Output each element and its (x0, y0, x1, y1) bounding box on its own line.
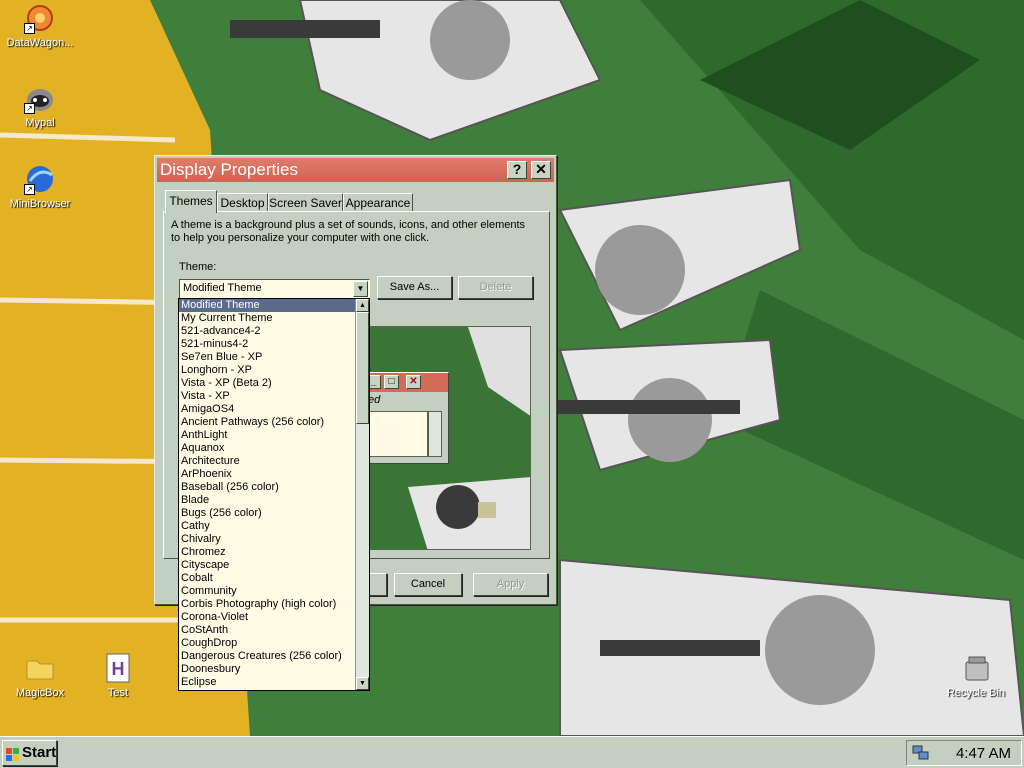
network-icon[interactable] (912, 745, 930, 764)
windows-logo-icon (6, 746, 20, 768)
tab-desktop[interactable]: Desktop (217, 193, 268, 212)
theme-preview: _ □ ✕ ed (367, 326, 531, 550)
datawagon-icon: ↗ (24, 2, 56, 34)
dropdown-item[interactable]: Modified Theme (179, 299, 355, 312)
start-label: Start (22, 744, 57, 761)
desktop-icon-datawagon[interactable]: ↗ DataWagon... (0, 2, 80, 49)
desktop-icon-label: MiniBrowser (9, 198, 71, 210)
close-icon: ✕ (535, 161, 547, 177)
desktop-icon-label: Recycle Bin (946, 687, 1006, 699)
preview-menu-text: ed (368, 394, 381, 406)
dropdown-item[interactable]: Bugs (256 color) (179, 507, 355, 520)
tab-appearance[interactable]: Appearance (343, 193, 413, 212)
dropdown-item[interactable]: Se7en Blue - XP (179, 351, 355, 364)
preview-text-field (368, 411, 428, 457)
desktop-icon-label: DataWagon... (6, 37, 74, 49)
tab-screen-saver[interactable]: Screen Saver (268, 193, 343, 212)
dropdown-items: Modified Theme My Current Theme 521-advanc… (179, 299, 369, 689)
apply-button[interactable]: Apply (473, 573, 548, 596)
dropdown-item[interactable]: Vista - XP (179, 390, 355, 403)
dropdown-scrollbar[interactable]: ▲ ▼ (355, 299, 369, 690)
dropdown-item[interactable]: Baseball (256 color) (179, 481, 355, 494)
chevron-down-icon[interactable]: ▼ (353, 281, 368, 297)
mypal-icon: ↗ (24, 82, 56, 114)
dropdown-item[interactable]: Doonesbury (179, 663, 355, 676)
dropdown-item[interactable]: Cityscape (179, 559, 355, 572)
desktop-icon-magicbox[interactable]: MagicBox (0, 652, 80, 699)
desktop-icon-label: Test (107, 687, 129, 699)
desktop-icon-test[interactable]: H Test (78, 652, 158, 699)
desktop-icon-minibrowser[interactable]: ↗ MiniBrowser (0, 163, 80, 210)
themes-description: A theme is a background plus a set of so… (171, 219, 526, 244)
desktop-icon-mypal[interactable]: ↗ Mypal (0, 82, 80, 129)
dropdown-item[interactable]: Corona-Violet (179, 611, 355, 624)
ok-button-partial[interactable] (369, 573, 387, 596)
dropdown-item[interactable]: Aquanox (179, 442, 355, 455)
window-title: Display Properties (160, 160, 298, 179)
dropdown-item[interactable]: Chivalry (179, 533, 355, 546)
preview-scrollbar (428, 411, 442, 457)
dropdown-item[interactable]: CoughDrop (179, 637, 355, 650)
dropdown-item[interactable]: Cathy (179, 520, 355, 533)
scroll-thumb[interactable] (356, 312, 369, 424)
dropdown-item[interactable]: Community (179, 585, 355, 598)
shortcut-arrow-icon: ↗ (24, 184, 35, 195)
dropdown-item[interactable]: AmigaOS4 (179, 403, 355, 416)
maximize-icon: □ (384, 375, 399, 389)
desktop-icon-label: Mypal (25, 117, 55, 129)
desktop-icon-label: MagicBox (15, 687, 65, 699)
shortcut-arrow-icon: ↗ (24, 23, 35, 34)
close-icon: ✕ (406, 375, 421, 389)
help-icon: ? (512, 161, 522, 177)
save-as-button[interactable]: Save As... (377, 276, 452, 299)
dropdown-item[interactable]: Cobalt (179, 572, 355, 585)
dropdown-item[interactable]: My Current Theme (179, 312, 355, 325)
dropdown-item[interactable]: Ancient Pathways (256 color) (179, 416, 355, 429)
dropdown-item[interactable]: 521-advance4-2 (179, 325, 355, 338)
minibrowser-icon: ↗ (24, 163, 56, 195)
scroll-up-icon[interactable]: ▲ (356, 299, 369, 312)
title-bar[interactable]: Display Properties ? ✕ (157, 158, 554, 182)
dropdown-item[interactable]: Architecture (179, 455, 355, 468)
tab-themes[interactable]: Themes (165, 190, 217, 213)
dropdown-item[interactable]: Corbis Photography (high color) (179, 598, 355, 611)
desktop-icon-recycle-bin[interactable]: Recycle Bin (936, 652, 1016, 699)
theme-label: Theme: (179, 261, 217, 273)
dropdown-item[interactable]: CoStAnth (179, 624, 355, 637)
theme-select-value: Modified Theme (183, 282, 262, 294)
clock[interactable]: 4:47 AM (956, 745, 1011, 762)
theme-dropdown-list[interactable]: Modified Theme My Current Theme 521-advanc… (178, 298, 370, 691)
cancel-button[interactable]: Cancel (394, 573, 462, 596)
help-file-icon: H (102, 652, 134, 684)
dropdown-item[interactable]: Blade (179, 494, 355, 507)
close-button[interactable]: ✕ (531, 161, 551, 179)
svg-text:H: H (112, 659, 125, 679)
preview-title-bar: _ □ ✕ (368, 373, 448, 392)
dropdown-item[interactable]: Vista - XP (Beta 2) (179, 377, 355, 390)
start-button[interactable]: Start (2, 740, 57, 766)
preview-window: _ □ ✕ ed (368, 372, 449, 464)
help-button[interactable]: ? (507, 161, 527, 179)
folder-icon (24, 652, 56, 684)
dropdown-item[interactable]: Chromez (179, 546, 355, 559)
dropdown-item[interactable]: AnthLight (179, 429, 355, 442)
dropdown-item[interactable]: Dangerous Creatures (256 color) (179, 650, 355, 663)
scroll-down-icon[interactable]: ▼ (356, 677, 369, 690)
dropdown-item[interactable]: Longhorn - XP (179, 364, 355, 377)
system-tray: 4:47 AM (906, 740, 1022, 766)
dropdown-item[interactable]: 521-minus4-2 (179, 338, 355, 351)
taskbar: Start 4:47 AM (0, 736, 1024, 768)
theme-select[interactable]: Modified Theme ▼ (179, 279, 370, 299)
delete-button[interactable]: Delete (458, 276, 533, 299)
recycle-bin-icon (960, 652, 992, 684)
dropdown-item[interactable]: ArPhoenix (179, 468, 355, 481)
dropdown-item[interactable]: Eclipse (179, 676, 355, 689)
shortcut-arrow-icon: ↗ (24, 103, 35, 114)
